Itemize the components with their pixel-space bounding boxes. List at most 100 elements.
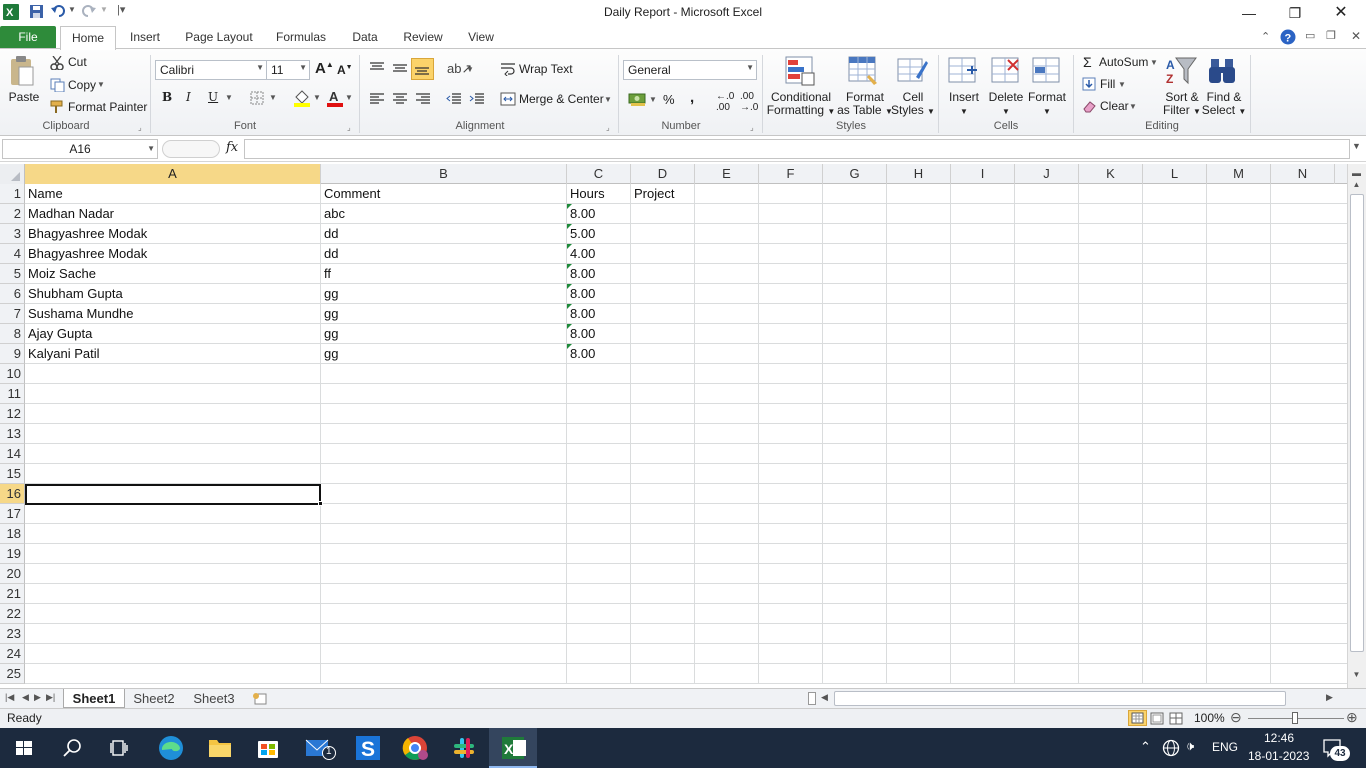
percent-style-button[interactable]: % (663, 92, 675, 107)
align-top-icon[interactable] (369, 61, 385, 75)
row-header-5[interactable]: 5 (0, 264, 25, 284)
sort-filter-button[interactable]: Sort & Filter ▼ (1158, 91, 1206, 118)
column-header-m[interactable]: M (1207, 164, 1271, 184)
tab-page-layout[interactable]: Page Layout (180, 26, 258, 49)
cell-a2[interactable]: Madhan Nadar (25, 204, 321, 224)
fill-icon[interactable] (1082, 77, 1096, 91)
font-color-icon[interactable]: A (327, 89, 343, 107)
increase-decimal-icon[interactable]: ←.0.00 (716, 91, 734, 113)
column-header-h[interactable]: H (887, 164, 951, 184)
start-button[interactable] (0, 728, 48, 768)
network-icon[interactable] (1162, 739, 1180, 757)
zoom-slider-thumb[interactable] (1292, 712, 1298, 724)
row-header-4[interactable]: 4 (0, 244, 25, 264)
vertical-scroll-thumb[interactable] (1350, 194, 1364, 652)
scroll-up-icon[interactable]: ▲ (1349, 180, 1364, 192)
row-header-10[interactable]: 10 (0, 364, 25, 384)
name-box[interactable]: A16 ▼ (2, 139, 158, 159)
alignment-launcher-icon[interactable]: ⌟ (606, 123, 610, 132)
selected-cell-a16[interactable] (25, 484, 321, 505)
fill-button[interactable]: Fill (1100, 77, 1115, 91)
cut-button[interactable]: Cut (68, 55, 87, 69)
cell-c1[interactable]: Hours (567, 184, 631, 204)
cut-icon[interactable] (50, 56, 64, 70)
cell-a8[interactable]: Ajay Gupta (25, 324, 321, 344)
row-header-13[interactable]: 13 (0, 424, 25, 444)
merge-dropdown-icon[interactable]: ▼ (604, 95, 612, 104)
clear-dropdown-icon[interactable]: ▼ (1129, 102, 1137, 111)
sheet-tab-sheet1[interactable]: Sheet1 (63, 689, 125, 708)
clipboard-launcher-icon[interactable]: ⌟ (138, 123, 142, 132)
row-header-11[interactable]: 11 (0, 384, 25, 404)
sort-filter-icon[interactable]: AZ (1166, 55, 1198, 87)
bold-button[interactable]: B (162, 90, 172, 104)
first-sheet-icon[interactable]: |◀ (5, 692, 14, 703)
column-header-l[interactable]: L (1143, 164, 1207, 184)
row-header-17[interactable]: 17 (0, 504, 25, 524)
page-layout-view-icon[interactable] (1150, 712, 1164, 725)
tab-split-handle[interactable] (808, 692, 816, 705)
underline-button[interactable]: U (208, 90, 218, 104)
font-size-combo[interactable]: 11 ▼ (266, 60, 310, 80)
tab-insert[interactable]: Insert (125, 26, 165, 49)
conditional-formatting-button[interactable]: Conditional Formatting ▼ (766, 91, 836, 118)
column-header-k[interactable]: K (1079, 164, 1143, 184)
workbook-close-icon[interactable]: ✕ (1351, 29, 1361, 43)
normal-view-button[interactable] (1128, 710, 1147, 726)
workbook-minimize-icon[interactable]: ▭ (1305, 29, 1315, 42)
merge-center-button[interactable]: Merge & Center (519, 92, 604, 106)
row-header-18[interactable]: 18 (0, 524, 25, 544)
align-center-icon[interactable] (392, 92, 408, 106)
cell-b5[interactable]: ff (321, 264, 567, 284)
column-header-n[interactable]: N (1271, 164, 1335, 184)
row-header-8[interactable]: 8 (0, 324, 25, 344)
row-header-25[interactable]: 25 (0, 664, 25, 684)
scroll-down-icon[interactable]: ▼ (1349, 670, 1364, 682)
cell-c8[interactable]: 8.00 (567, 324, 631, 344)
column-header-b[interactable]: B (321, 164, 567, 184)
align-right-icon[interactable] (415, 92, 431, 106)
search-button[interactable] (48, 728, 96, 768)
show-hidden-icons[interactable]: ⌃ (1140, 739, 1151, 755)
split-box-icon[interactable]: ▬ (1349, 166, 1364, 180)
close-icon[interactable]: ✕ (1318, 0, 1364, 26)
align-bottom-button[interactable] (411, 58, 434, 80)
volume-icon[interactable]: 🕩 (1186, 738, 1194, 754)
decrease-indent-icon[interactable] (446, 92, 462, 106)
row-header-21[interactable]: 21 (0, 584, 25, 604)
row-header-14[interactable]: 14 (0, 444, 25, 464)
restore-icon[interactable]: ❐ (1272, 0, 1318, 26)
cell-a1[interactable]: Name (25, 184, 321, 204)
underline-dropdown-icon[interactable]: ▼ (225, 93, 233, 102)
insert-sheet-icon[interactable] (251, 692, 269, 705)
cell-a4[interactable]: Bhagyashree Modak (25, 244, 321, 264)
font-launcher-icon[interactable]: ⌟ (347, 123, 351, 132)
worksheet-grid[interactable]: 1 2 3 4 5 6 7 8 9 10 11 12 13 14 15 16 17 18 19 20 21 22 23 24 2… (0, 184, 1347, 684)
insert-cells-icon[interactable] (947, 56, 979, 86)
scroll-right-icon[interactable]: ▶ (1326, 692, 1333, 703)
cell-a7[interactable]: Sushama Mundhe (25, 304, 321, 324)
copy-button[interactable]: Copy (68, 78, 96, 92)
cell-b9[interactable]: gg (321, 344, 567, 364)
cell-c7[interactable]: 8.00 (567, 304, 631, 324)
shrink-font-icon[interactable]: A▼ (337, 63, 353, 77)
workbook-restore-icon[interactable]: ❐ (1326, 29, 1336, 42)
vertical-scrollbar[interactable]: ▬ ▲ ▼ (1347, 164, 1366, 688)
cell-c9[interactable]: 8.00 (567, 344, 631, 364)
row-header-19[interactable]: 19 (0, 544, 25, 564)
number-launcher-icon[interactable]: ⌟ (750, 123, 754, 132)
cell-b4[interactable]: dd (321, 244, 567, 264)
taskbar-time[interactable]: 12:46 (1264, 731, 1294, 745)
row-header-9[interactable]: 9 (0, 344, 25, 364)
taskbar-store[interactable] (244, 728, 292, 768)
cell-d1[interactable]: Project (631, 184, 695, 204)
page-break-view-icon[interactable] (1169, 712, 1183, 725)
prev-sheet-icon[interactable]: ◀ (22, 692, 29, 703)
minimize-ribbon-icon[interactable]: ⌃ (1261, 30, 1270, 43)
task-view-button[interactable] (96, 728, 144, 768)
column-header-j[interactable]: J (1015, 164, 1079, 184)
align-left-icon[interactable] (369, 92, 385, 106)
taskbar-chrome[interactable] (392, 728, 440, 768)
tab-review[interactable]: Review (399, 26, 447, 49)
taskbar-excel[interactable]: X (489, 728, 537, 768)
